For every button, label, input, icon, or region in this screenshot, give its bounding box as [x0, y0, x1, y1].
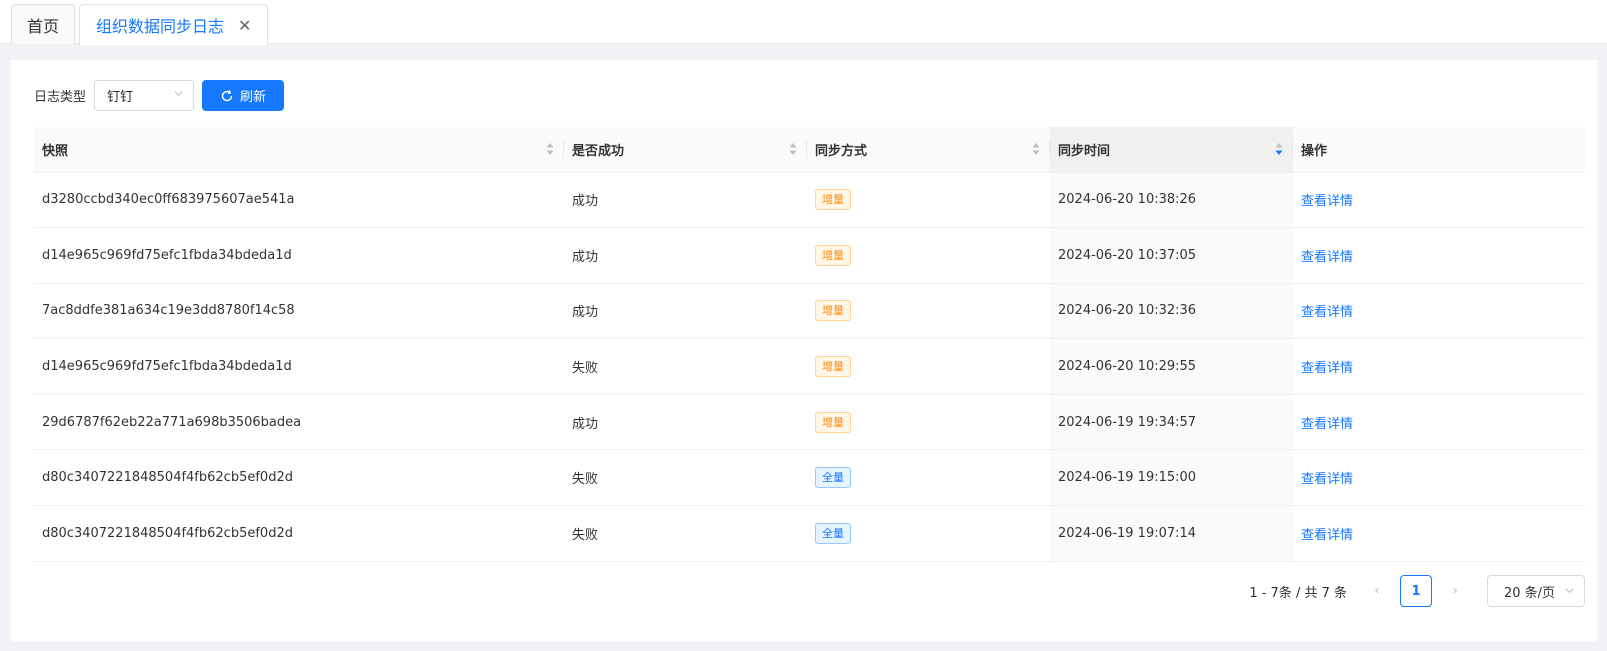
- view-details-link[interactable]: 查看详情: [1301, 194, 1353, 209]
- header-time[interactable]: 同步时间: [1050, 127, 1293, 173]
- refresh-icon: [221, 89, 233, 101]
- cell-time: 2024-06-20 10:29:55: [1050, 338, 1293, 395]
- cell-action: 查看详情: [1293, 283, 1585, 340]
- cell-success: 失败: [564, 505, 807, 562]
- view-details-link[interactable]: 查看详情: [1301, 528, 1353, 543]
- sort-icon: [546, 143, 554, 155]
- cell-action: 查看详情: [1293, 227, 1585, 284]
- close-icon[interactable]: ✕: [238, 16, 251, 35]
- tab-org-sync-log[interactable]: 组织数据同步日志 ✕: [79, 4, 268, 45]
- cell-time: 2024-06-19 19:15:00: [1050, 449, 1293, 507]
- cell-success: 成功: [564, 394, 807, 451]
- cell-snapshot: d3280ccbd340ec0ff683975607ae541a: [34, 172, 564, 229]
- cell-action: 查看详情: [1293, 449, 1585, 507]
- table-row: d14e965c969fd75efc1fbda34bdeda1d 失败 增量 2…: [34, 338, 1585, 395]
- method-tag: 全量: [815, 467, 851, 489]
- view-details-link[interactable]: 查看详情: [1301, 361, 1353, 376]
- tab-bar: 首页 组织数据同步日志 ✕: [0, 0, 1607, 45]
- method-tag: 增量: [815, 411, 851, 433]
- cell-method: 增量: [807, 172, 1050, 229]
- main-panel: 日志类型 钉钉 刷新 快照 是否成功 同步方式 同步时间 操作 d3280ccb…: [11, 60, 1597, 642]
- tab-org-sync-log-label: 组织数据同步日志: [96, 17, 225, 36]
- page-size-value: 20 条/页: [1504, 585, 1556, 601]
- cell-time: 2024-06-19 19:07:14: [1050, 505, 1293, 562]
- method-tag: 全量: [815, 522, 851, 544]
- view-details-link[interactable]: 查看详情: [1301, 250, 1353, 265]
- cell-success: 成功: [564, 227, 807, 284]
- refresh-button[interactable]: 刷新: [202, 80, 285, 111]
- cell-snapshot: 29d6787f62eb22a771a698b3506badea: [34, 394, 564, 451]
- pagination: 1 - 7条 / 共 7 条 ‹ 1 › 20 条/页: [1249, 575, 1585, 607]
- cell-snapshot: d14e965c969fd75efc1fbda34bdeda1d: [34, 227, 564, 284]
- method-tag: 增量: [815, 244, 851, 266]
- sort-icon: [789, 143, 797, 155]
- cell-method: 全量: [807, 505, 1050, 562]
- method-tag: 增量: [815, 300, 851, 322]
- header-success[interactable]: 是否成功: [564, 127, 807, 173]
- cell-action: 查看详情: [1293, 172, 1585, 229]
- table-row: d3280ccbd340ec0ff683975607ae541a 成功 增量 2…: [34, 172, 1585, 229]
- header-snapshot[interactable]: 快照: [34, 127, 564, 173]
- sync-log-table: 快照 是否成功 同步方式 同步时间 操作 d3280ccbd340ec0ff68…: [34, 127, 1585, 562]
- cell-snapshot: d80c3407221848504f4fb62cb5ef0d2d: [34, 505, 564, 562]
- view-details-link[interactable]: 查看详情: [1301, 472, 1353, 487]
- page-size-select[interactable]: 20 条/页: [1487, 575, 1585, 607]
- cell-time: 2024-06-20 10:32:36: [1050, 283, 1293, 340]
- cell-method: 全量: [807, 449, 1050, 507]
- header-action: 操作: [1293, 127, 1585, 173]
- cell-time: 2024-06-20 10:38:26: [1050, 172, 1293, 229]
- table-row: d80c3407221848504f4fb62cb5ef0d2d 失败 全量 2…: [34, 505, 1585, 562]
- cell-time: 2024-06-20 10:37:05: [1050, 227, 1293, 284]
- cell-method: 增量: [807, 394, 1050, 451]
- cell-snapshot: d80c3407221848504f4fb62cb5ef0d2d: [34, 449, 564, 507]
- chevron-down-icon: [1565, 588, 1574, 594]
- cell-success: 失败: [564, 449, 807, 507]
- chevron-left-icon[interactable]: ‹: [1361, 575, 1393, 607]
- log-type-label: 日志类型: [34, 90, 87, 105]
- view-details-link[interactable]: 查看详情: [1301, 305, 1353, 320]
- cell-method: 增量: [807, 227, 1050, 284]
- tab-home-label: 首页: [26, 16, 59, 36]
- cell-time: 2024-06-19 19:34:57: [1050, 394, 1293, 451]
- cell-method: 增量: [807, 283, 1050, 340]
- cell-snapshot: 7ac8ddfe381a634c19e3dd8780f14c58: [34, 283, 564, 340]
- refresh-label: 刷新: [240, 89, 267, 104]
- table-row: 29d6787f62eb22a771a698b3506badea 成功 增量 2…: [34, 394, 1585, 451]
- sort-desc-icon: [1275, 143, 1283, 155]
- cell-action: 查看详情: [1293, 505, 1585, 562]
- cell-success: 失败: [564, 338, 807, 395]
- sort-icon: [1032, 143, 1040, 155]
- page-button-current[interactable]: 1: [1400, 575, 1432, 607]
- filter-toolbar: 日志类型 钉钉 刷新: [34, 80, 285, 111]
- table-row: d80c3407221848504f4fb62cb5ef0d2d 失败 全量 2…: [34, 449, 1585, 507]
- cell-action: 查看详情: [1293, 338, 1585, 395]
- tab-home[interactable]: 首页: [11, 4, 75, 44]
- table-row: 7ac8ddfe381a634c19e3dd8780f14c58 成功 增量 2…: [34, 283, 1585, 340]
- chevron-down-icon: [174, 91, 183, 97]
- cell-action: 查看详情: [1293, 394, 1585, 451]
- log-type-value: 钉钉: [107, 90, 134, 105]
- view-details-link[interactable]: 查看详情: [1301, 417, 1353, 432]
- table-header-row: 快照 是否成功 同步方式 同步时间 操作: [34, 127, 1585, 173]
- cell-success: 成功: [564, 283, 807, 340]
- chevron-right-icon[interactable]: ›: [1439, 575, 1471, 607]
- log-type-select[interactable]: 钉钉: [94, 80, 195, 111]
- table-row: d14e965c969fd75efc1fbda34bdeda1d 成功 增量 2…: [34, 227, 1585, 284]
- method-tag: 增量: [815, 189, 851, 211]
- method-tag: 增量: [815, 356, 851, 378]
- cell-success: 成功: [564, 172, 807, 229]
- cell-method: 增量: [807, 338, 1050, 395]
- pagination-total: 1 - 7条 / 共 7 条: [1249, 585, 1347, 601]
- header-method[interactable]: 同步方式: [807, 127, 1050, 173]
- cell-snapshot: d14e965c969fd75efc1fbda34bdeda1d: [34, 338, 564, 395]
